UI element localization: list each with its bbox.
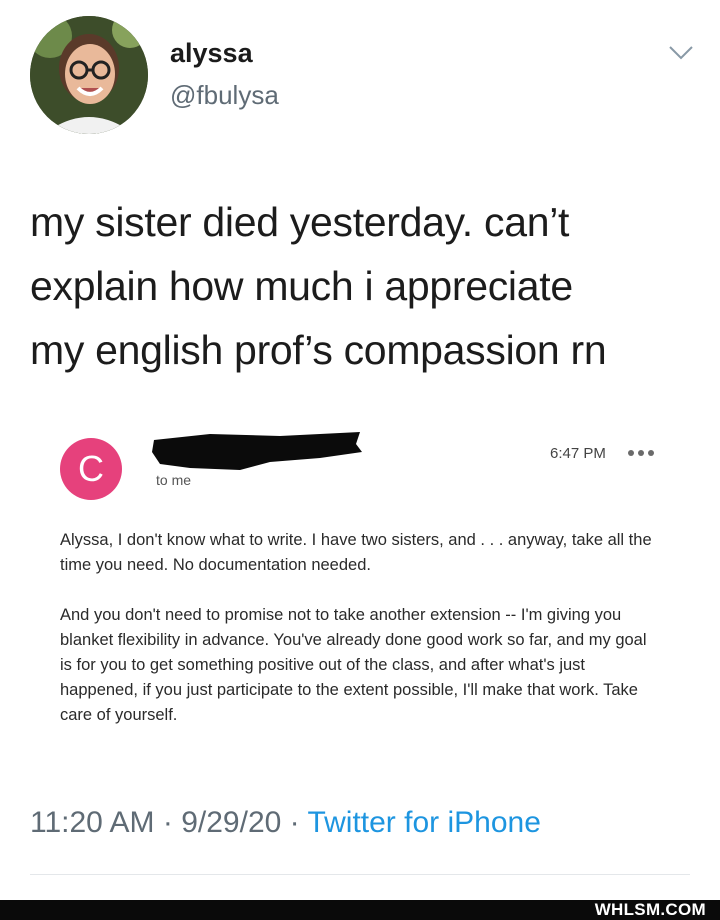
user-handle[interactable]: @fbulysa bbox=[170, 80, 279, 111]
tweet-meta: 11:20 AM · 9/29/20 · Twitter for iPhone bbox=[30, 806, 541, 840]
tweet-date[interactable]: 9/29/20 bbox=[181, 806, 281, 839]
email-time: 6:47 PM bbox=[550, 445, 606, 462]
tweet-source-link[interactable]: Twitter for iPhone bbox=[307, 806, 540, 839]
watermark: WHLSM.COM bbox=[594, 900, 706, 919]
meta-separator: · bbox=[162, 806, 173, 839]
email-paragraph: Alyssa, I don't know what to write. I ha… bbox=[60, 531, 652, 574]
tweet-text-line: my english prof’s compassion rn bbox=[30, 327, 607, 373]
meta-separator: · bbox=[289, 806, 300, 839]
email-body: Alyssa, I don't know what to write. I ha… bbox=[60, 528, 660, 753]
more-dots-icon[interactable] bbox=[626, 448, 656, 458]
email-recipient: to me bbox=[156, 472, 192, 488]
email-screenshot[interactable]: C to me 6:47 PM Alyssa, I don't know wha… bbox=[30, 410, 690, 770]
avatar[interactable] bbox=[30, 16, 148, 134]
redacted-sender-name bbox=[152, 432, 362, 470]
email-paragraph: And you don't need to promise not to tak… bbox=[60, 606, 647, 724]
display-name[interactable]: alyssa bbox=[170, 38, 253, 69]
sender-avatar: C bbox=[60, 438, 122, 500]
tweet-time[interactable]: 11:20 AM bbox=[30, 806, 155, 839]
chevron-down-icon[interactable] bbox=[664, 42, 698, 64]
divider bbox=[30, 874, 690, 875]
tweet-text-line: explain how much i appreciate bbox=[30, 263, 573, 309]
tweet-text: my sister died yesterday. can’t explain … bbox=[30, 190, 710, 382]
tweet-text-line: my sister died yesterday. can’t bbox=[30, 199, 570, 245]
